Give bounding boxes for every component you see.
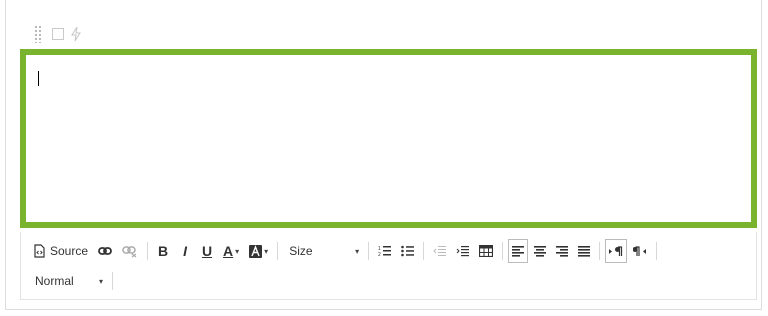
source-icon [34,244,45,258]
font-size-select[interactable]: Size ▾ [283,240,365,262]
align-right-icon [556,245,569,257]
chevron-down-icon: ▾ [98,276,103,286]
table-icon [479,245,494,257]
chevron-down-icon: ▾ [235,246,240,256]
toolbar-separator [502,242,504,260]
rtl-button[interactable] [629,239,651,263]
background-color-icon [249,244,263,258]
indent-button[interactable] [452,239,473,263]
source-label: Source [50,244,89,258]
align-left-icon [512,245,525,257]
toolbar-separator [112,272,113,290]
align-center-button[interactable] [530,239,550,263]
outdent-icon [433,246,447,256]
drag-handle-icon[interactable] [34,25,42,43]
italic-icon: I [183,243,187,259]
svg-text:2: 2 [378,252,381,257]
underline-icon: U [201,243,213,259]
toolbar-row-2: Normal ▾ [29,268,118,294]
toolbar-separator [656,242,658,260]
source-button[interactable]: Source [29,239,92,263]
link-button[interactable] [94,239,116,263]
format-label: Normal [35,274,74,288]
toolbar-separator [277,242,279,260]
align-left-button[interactable] [508,239,529,263]
font-size-label: Size [289,244,313,258]
table-button[interactable] [475,239,497,263]
rtl-icon [633,245,647,256]
outdent-button[interactable] [429,239,450,263]
unlink-icon [122,246,137,258]
toolbar-separator [368,242,370,260]
link-icon [98,247,112,255]
toolbar-separator [599,242,601,260]
unlink-button[interactable] [118,239,142,263]
indent-icon [456,246,470,257]
align-right-button[interactable] [552,239,572,263]
chevron-down-icon: ▾ [264,246,269,256]
justify-icon [578,245,591,257]
checkbox-icon[interactable] [52,28,64,40]
italic-button[interactable]: I [175,239,195,263]
ltr-icon [609,245,623,256]
format-select[interactable]: Normal ▾ [29,270,109,292]
toolbar-separator [423,242,425,260]
bolt-icon[interactable] [70,26,82,42]
text-color-icon: A [223,243,234,259]
numbered-list-icon: 1 2 [378,246,392,257]
editor-toolbar: Source B I U A ▾ ▾ Size ▾ 1 2 Normal ▾ [20,232,757,300]
text-cursor [38,71,39,86]
toolbar-separator [147,242,149,260]
justify-button[interactable] [574,239,594,263]
numbered-list-button[interactable]: 1 2 [374,239,395,263]
align-center-icon [534,245,547,257]
bold-icon: B [157,243,169,259]
bulleted-list-icon [401,245,415,257]
bold-button[interactable]: B [153,239,173,263]
editor-widget: Source B I U A ▾ ▾ Size ▾ 1 2 Normal ▾ [5,0,762,310]
block-controls [34,25,82,43]
editor-content-area[interactable] [20,49,757,228]
ltr-button[interactable] [605,239,628,263]
chevron-down-icon: ▾ [355,246,360,256]
toolbar-row-1: Source B I U A ▾ ▾ Size ▾ 1 2 [29,238,662,264]
bulleted-list-button[interactable] [397,239,418,263]
background-color-button[interactable]: ▾ [245,239,272,263]
text-color-button[interactable]: A ▾ [219,239,243,263]
underline-button[interactable]: U [197,239,217,263]
